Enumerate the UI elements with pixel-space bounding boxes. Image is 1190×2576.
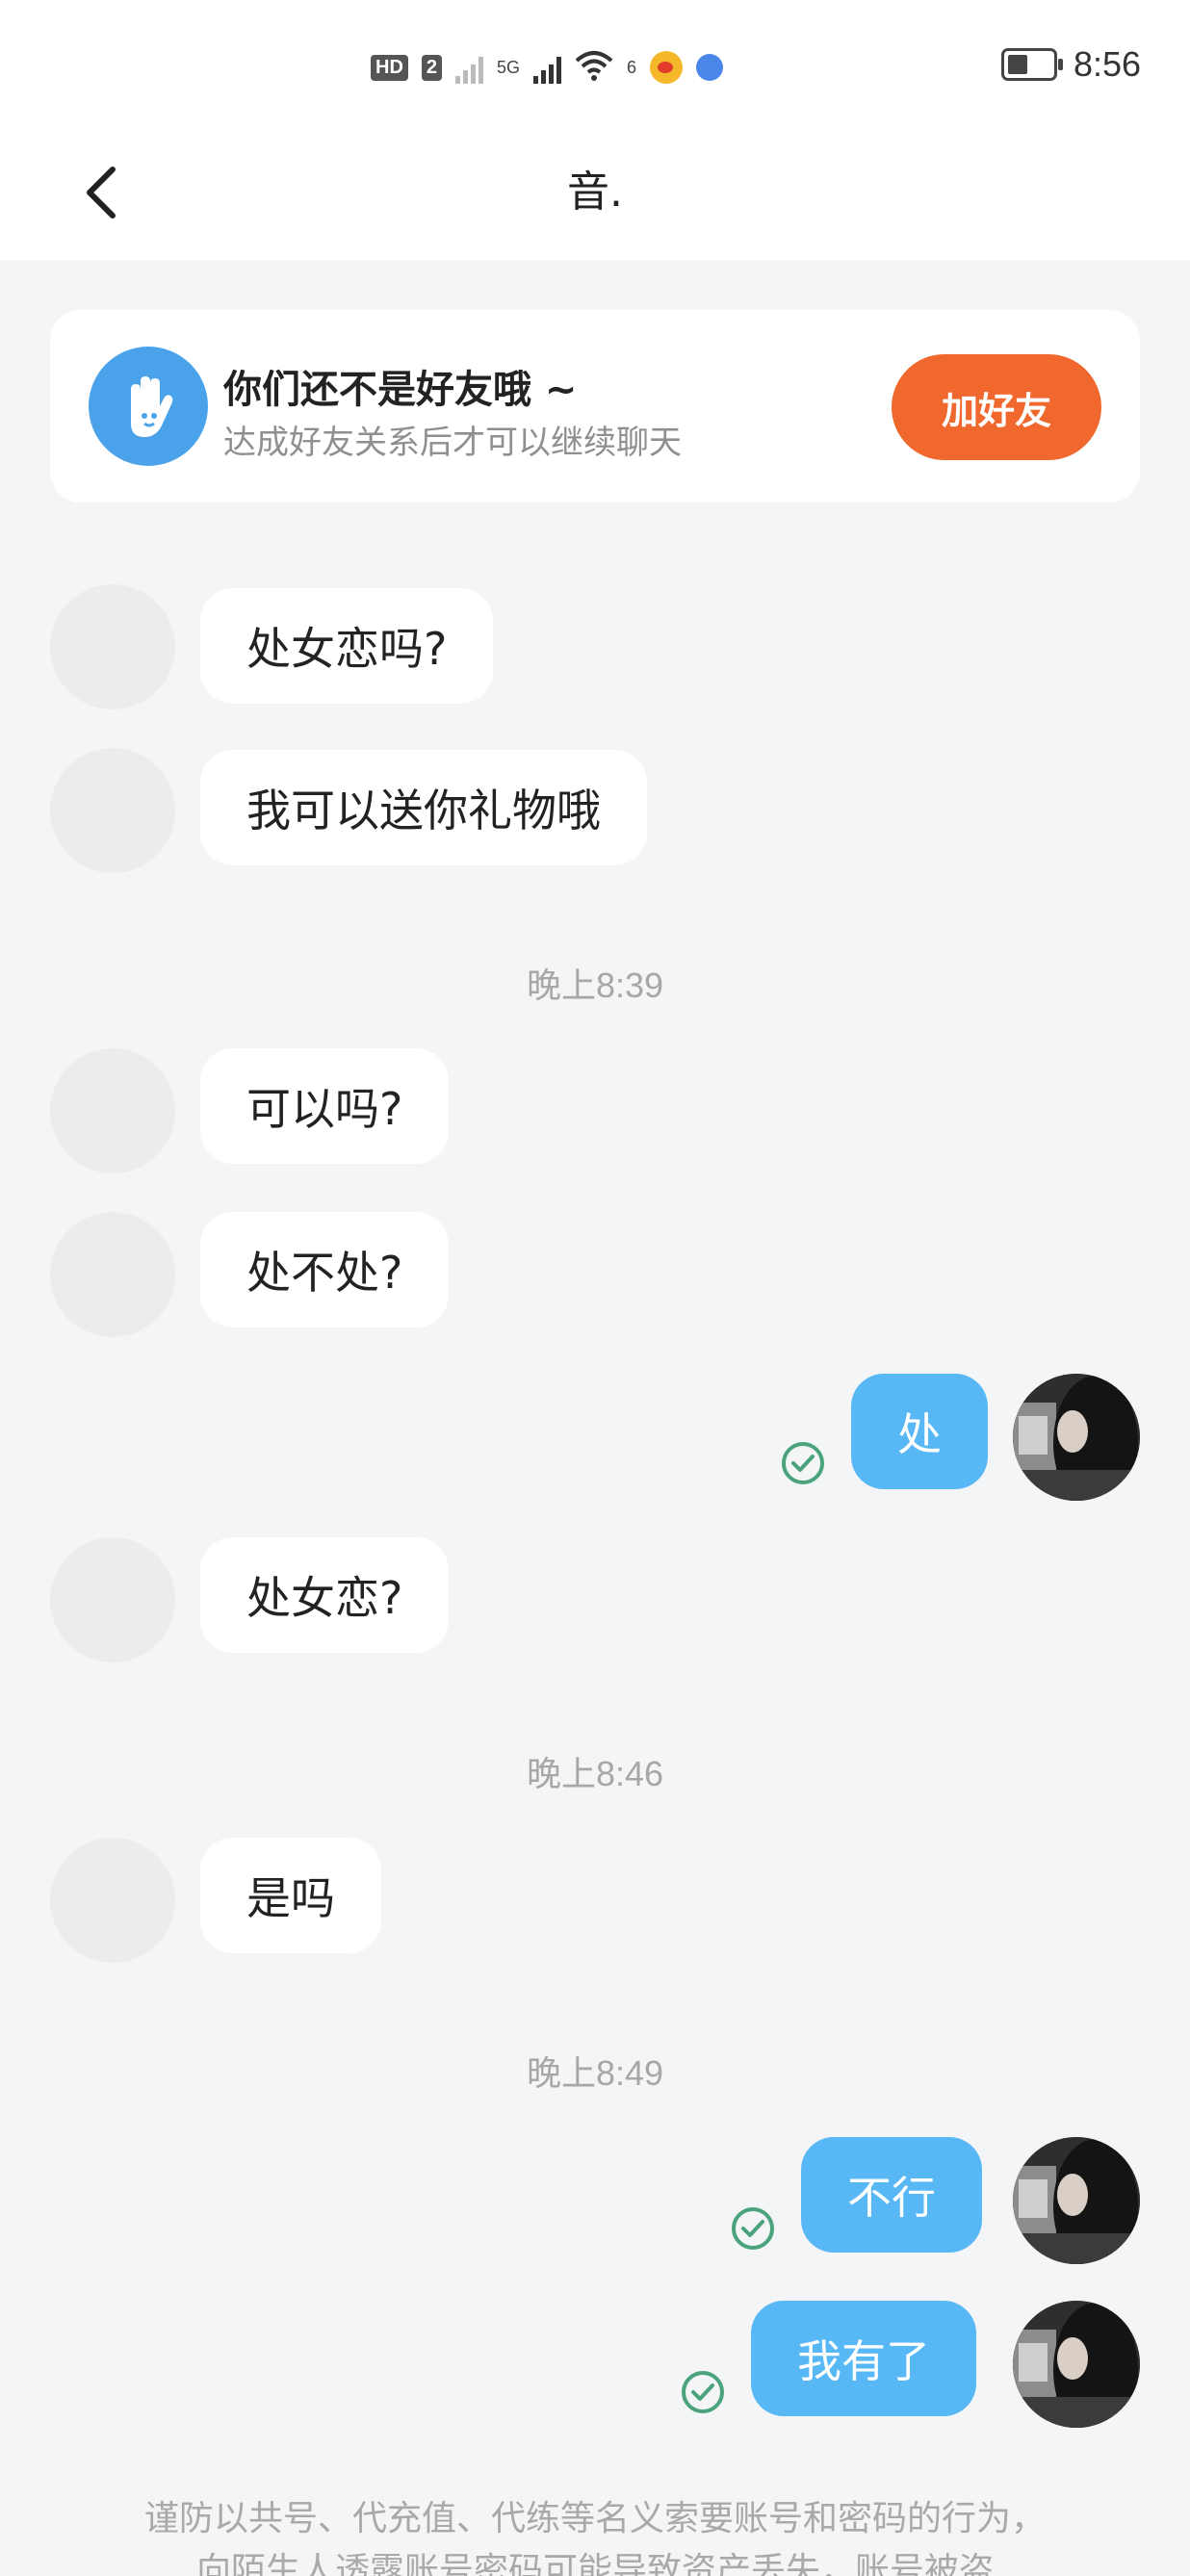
message-row-incoming: 我可以送你礼物哦 <box>0 746 1190 876</box>
friend-notice-title: 你们还不是好友哦 ~ <box>223 368 578 412</box>
message-row-incoming: 处不处? <box>0 1210 1190 1340</box>
network-type-label: 5G <box>497 57 521 77</box>
read-check-icon <box>682 2371 724 2413</box>
message-bubble[interactable]: 处不处? <box>200 1212 450 1327</box>
message-row-incoming: 可以吗? <box>0 1046 1190 1176</box>
message-row-outgoing: 我有了 <box>0 2299 1190 2434</box>
chat-header: 音. <box>0 125 1190 260</box>
message-bubble-outgoing[interactable]: 不行 <box>801 2137 982 2253</box>
sender-avatar[interactable] <box>50 1048 175 1173</box>
timestamp: 晚上8:39 <box>526 966 664 1005</box>
message-row-outgoing: 处 <box>0 1372 1190 1507</box>
sender-avatar[interactable] <box>50 1537 175 1662</box>
security-warning-line: 谨防以共号、代充值、代练等名义索要账号和密码的行为， <box>143 2499 1046 2538</box>
browser-app-icon <box>696 54 724 81</box>
wifi-icon <box>575 49 613 86</box>
sender-avatar[interactable] <box>50 1212 175 1337</box>
chat-title: 音. <box>567 167 623 217</box>
message-bubble[interactable]: 我可以送你礼物哦 <box>200 750 647 865</box>
user-photo-icon <box>1013 2137 1140 2264</box>
message-row-outgoing: 不行 <box>0 2135 1190 2270</box>
wave-hand-icon <box>89 347 208 466</box>
signal-icon-sim1 <box>455 51 484 84</box>
friend-notice-subtitle: 达成好友关系后才可以继续聊天 <box>223 424 682 462</box>
message-row-incoming: 处女恋? <box>0 1535 1190 1665</box>
status-time: 8:56 <box>1074 44 1142 84</box>
read-check-icon <box>782 1442 824 1484</box>
message-bubble[interactable]: 是吗 <box>200 1838 381 1953</box>
message-bubble[interactable]: 处女恋? <box>200 1537 450 1653</box>
wifi-version-label: 6 <box>627 57 637 77</box>
sender-avatar[interactable] <box>50 584 175 709</box>
my-avatar[interactable] <box>1013 2301 1140 2428</box>
message-bubble[interactable]: 处女恋吗? <box>200 588 494 704</box>
message-bubble[interactable]: 可以吗? <box>200 1048 450 1164</box>
hd-badge: HD <box>371 54 408 81</box>
sender-avatar[interactable] <box>50 1838 175 1963</box>
signal-icon-sim2 <box>533 51 562 84</box>
sender-avatar[interactable] <box>50 748 175 873</box>
status-icons: HD 2 5G 6 <box>371 46 724 89</box>
weibo-app-icon <box>650 51 684 84</box>
friend-notice-card: 你们还不是好友哦 ~ 达成好友关系后才可以继续聊天 加好友 <box>50 310 1140 502</box>
status-bar: HD 2 5G 6 8:56 <box>0 0 1190 125</box>
battery-icon <box>1001 48 1063 81</box>
message-bubble-outgoing[interactable]: 处 <box>851 1374 988 1489</box>
security-warning-line: 向陌生人透露账号密码可能导致资产丢失，账号被盗 <box>195 2551 994 2576</box>
timestamp: 晚上8:49 <box>526 2053 664 2093</box>
my-avatar[interactable] <box>1013 2137 1140 2264</box>
read-check-icon <box>732 2207 774 2250</box>
message-row-incoming: 处女恋吗? <box>0 582 1190 712</box>
user-photo-icon <box>1013 2301 1140 2428</box>
user-photo-icon <box>1013 1374 1140 1501</box>
add-friend-button[interactable]: 加好友 <box>892 354 1101 460</box>
message-row-incoming: 是吗 <box>0 1836 1190 1966</box>
my-avatar[interactable] <box>1013 1374 1140 1501</box>
sim-badge: 2 <box>421 54 443 81</box>
timestamp: 晚上8:46 <box>526 1754 664 1793</box>
security-warning: 谨防以共号、代充值、代练等名义索要账号和密码的行为， 向陌生人透露账号密码可能导… <box>58 2493 1132 2576</box>
message-bubble-outgoing[interactable]: 我有了 <box>751 2301 976 2416</box>
